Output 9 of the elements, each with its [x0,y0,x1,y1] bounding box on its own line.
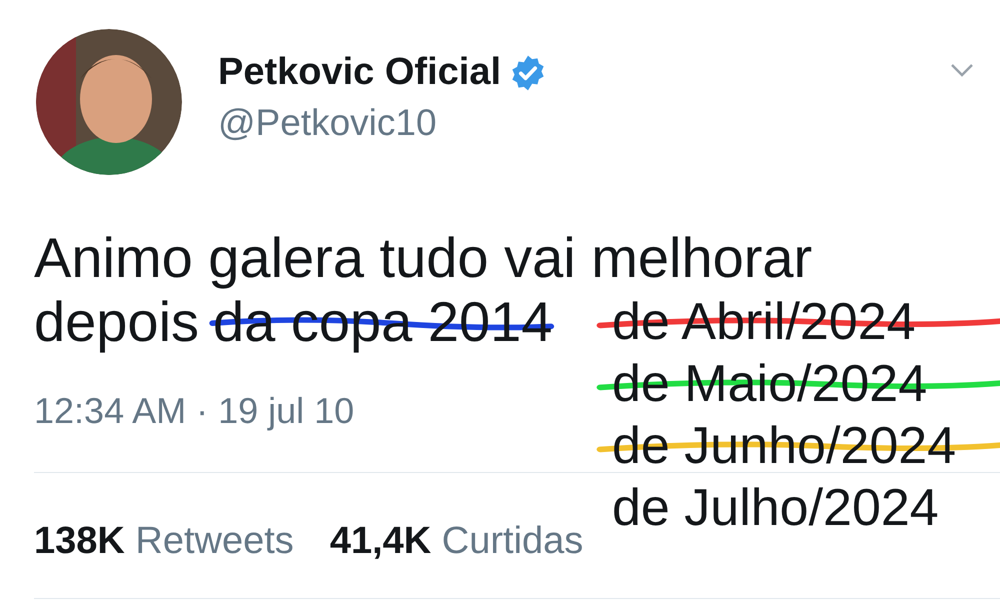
stat-text[interactable]: 138K Retweets [34,518,294,564]
stat-text[interactable]: 41,4K Curtidas [330,518,584,564]
chevron-down-icon[interactable] [950,63,974,77]
tweet-timestamp: 12:34 AM · 19 jul 10 [34,389,354,433]
author-handle: @Petkovic10 [218,102,438,144]
author-name: Petkovic Oficial [218,51,502,94]
tweet-text: depois [34,290,200,354]
tweet-text: Animo galera tudo vai melhorar [34,226,814,290]
edit-text: de Julho/2024 [612,478,940,539]
